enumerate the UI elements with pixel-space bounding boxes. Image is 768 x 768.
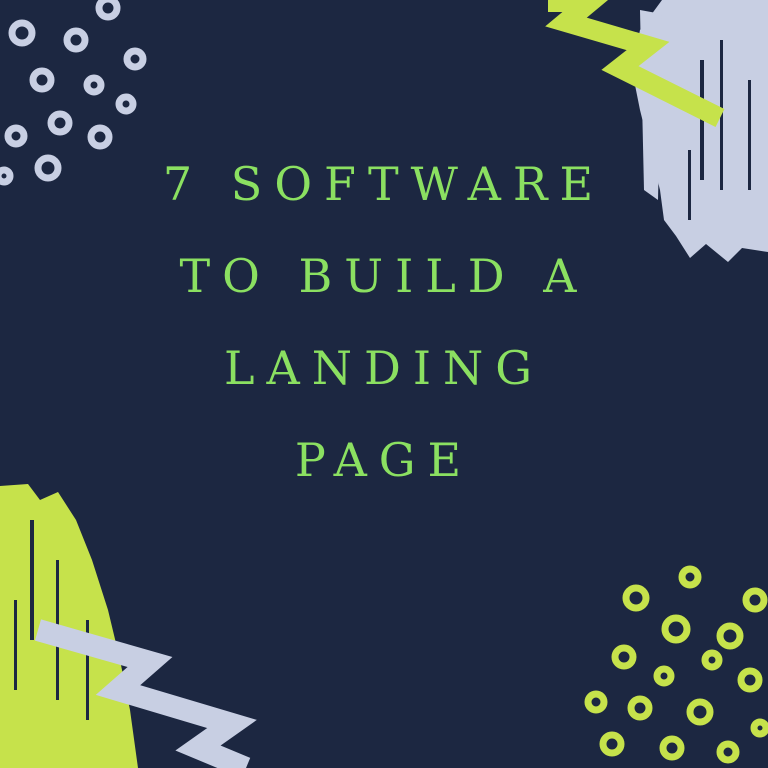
headline-line-4: PAGE — [294, 433, 474, 487]
headline: 7 SOFTWARE TO BUILD A LANDING PAGE — [84, 138, 684, 506]
paint-stroke-bottom-left — [0, 484, 138, 768]
headline-line-3: LANDING — [223, 341, 545, 395]
dot-cluster-bottom-right — [584, 565, 768, 764]
headline-line-1: 7 SOFTWARE — [162, 157, 606, 211]
headline-line-2: TO BUILD A — [179, 249, 589, 303]
graphic-canvas: 7 SOFTWARE TO BUILD A LANDING PAGE — [0, 0, 768, 768]
